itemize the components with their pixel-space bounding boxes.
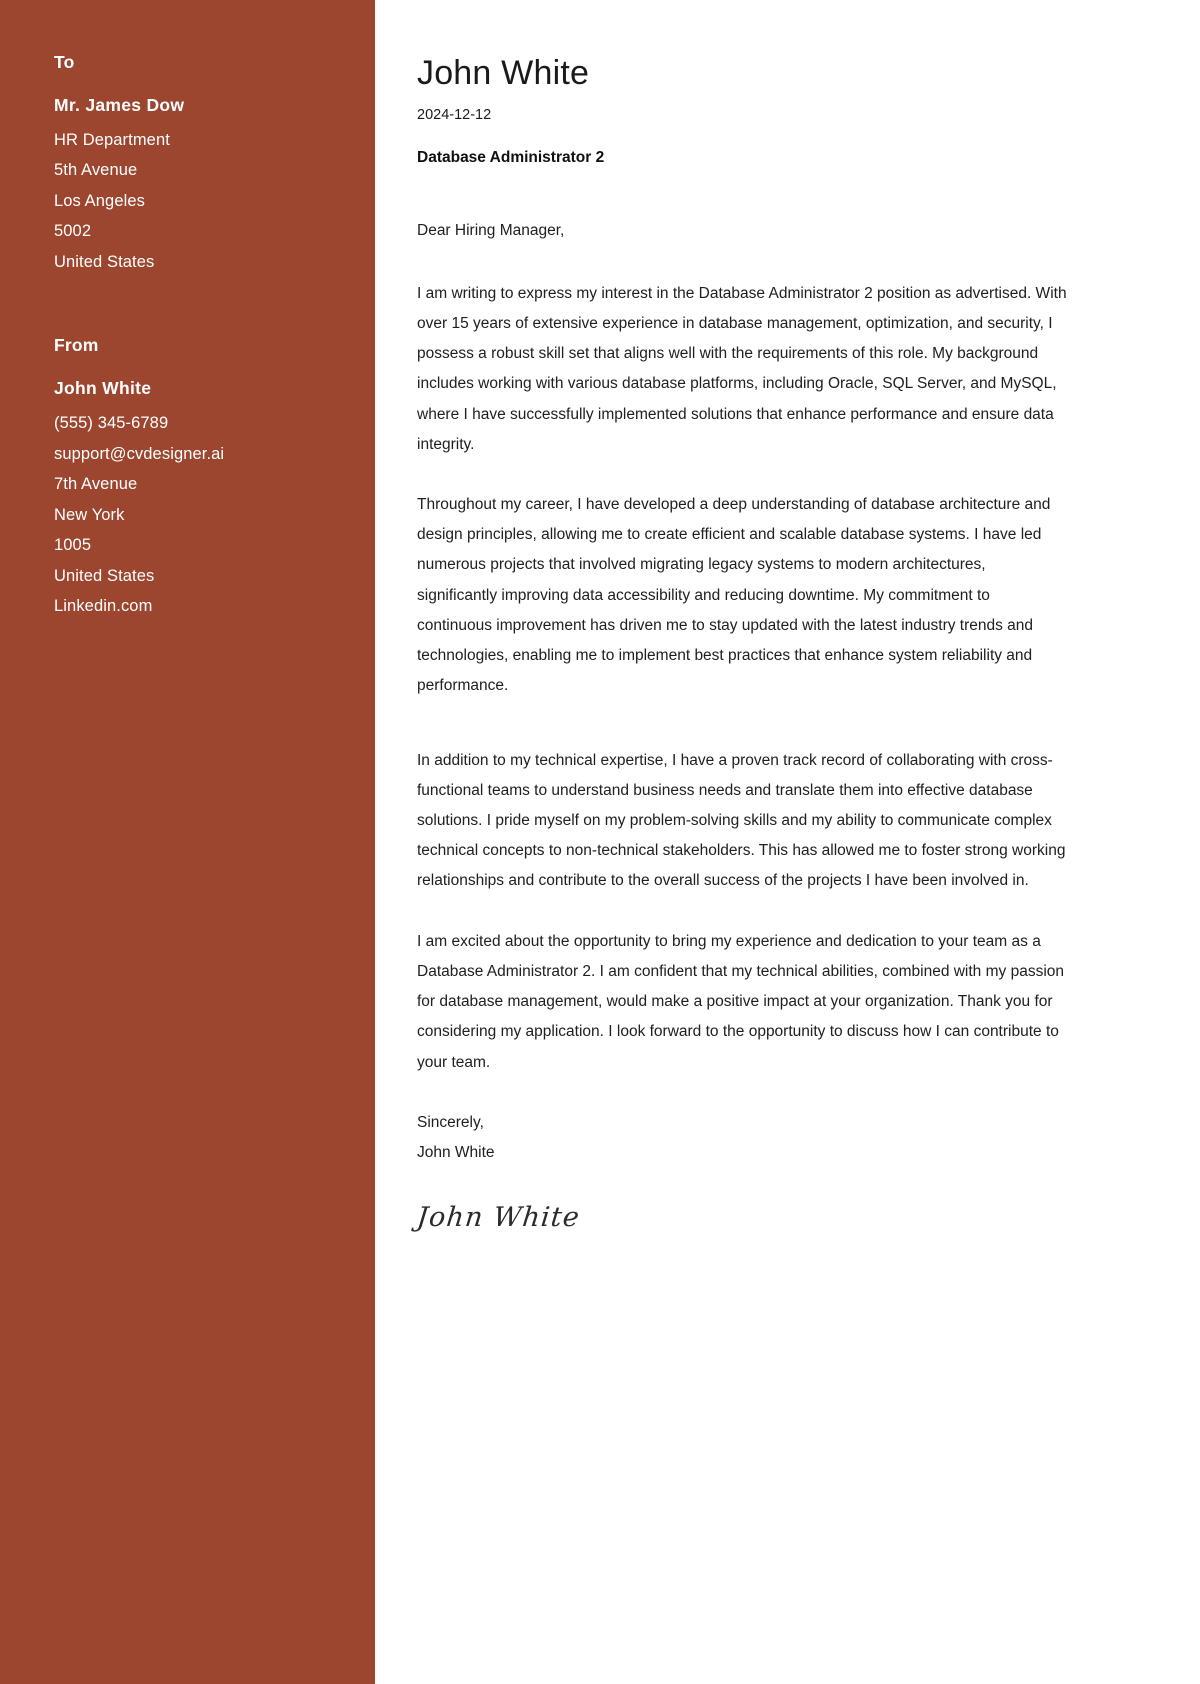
salutation: Dear Hiring Manager,	[417, 222, 565, 240]
recipient-line: 5th Avenue	[54, 161, 138, 180]
recipient-block: To Mr. James Dow HR Department 5th Avenu…	[54, 52, 375, 277]
sender-name: John White	[54, 378, 152, 399]
sender-line: New York	[54, 505, 125, 524]
recipient-line: United States	[54, 252, 155, 271]
signature: John White	[415, 1202, 582, 1234]
closing-block: Sincerely, John White	[417, 1108, 1078, 1168]
sender-line: 7th Avenue	[54, 475, 138, 494]
sidebar: To Mr. James Dow HR Department 5th Avenu…	[0, 0, 375, 1684]
recipient-name: Mr. James Dow	[54, 95, 185, 115]
job-title: Database Administrator 2	[417, 148, 605, 166]
page-title: John White	[417, 54, 590, 92]
closing-name: John White	[417, 1143, 495, 1161]
recipient-line: 5002	[54, 222, 92, 241]
cover-letter-page: To Mr. James Dow HR Department 5th Avenu…	[0, 0, 1200, 1684]
letter-body: John White 2024-12-12 Database Administr…	[375, 0, 1200, 1684]
closing-word: Sincerely,	[417, 1113, 484, 1131]
recipient-line: Los Angeles	[54, 191, 146, 210]
sender-phone: (555) 345-6789	[54, 414, 169, 433]
sidebar-divider-space	[54, 303, 375, 335]
letter-paragraph: I am writing to express my interest in t…	[417, 284, 1067, 453]
letter-paragraph: I am excited about the opportunity to br…	[417, 932, 1065, 1071]
letter-paragraph: Throughout my career, I have developed a…	[417, 496, 1051, 695]
sender-line: United States	[54, 566, 155, 585]
to-heading: To	[54, 52, 75, 72]
sender-linkedin: Linkedin.com	[54, 597, 153, 616]
sender-line: 1005	[54, 536, 92, 555]
letter-date: 2024-12-12	[417, 106, 492, 123]
from-heading: From	[54, 335, 99, 356]
sender-email: support@cvdesigner.ai	[54, 444, 225, 463]
sender-block: From John White (555) 345-6789 support@c…	[54, 335, 375, 621]
recipient-line: HR Department	[54, 130, 170, 149]
letter-paragraph: In addition to my technical expertise, I…	[417, 751, 1066, 890]
